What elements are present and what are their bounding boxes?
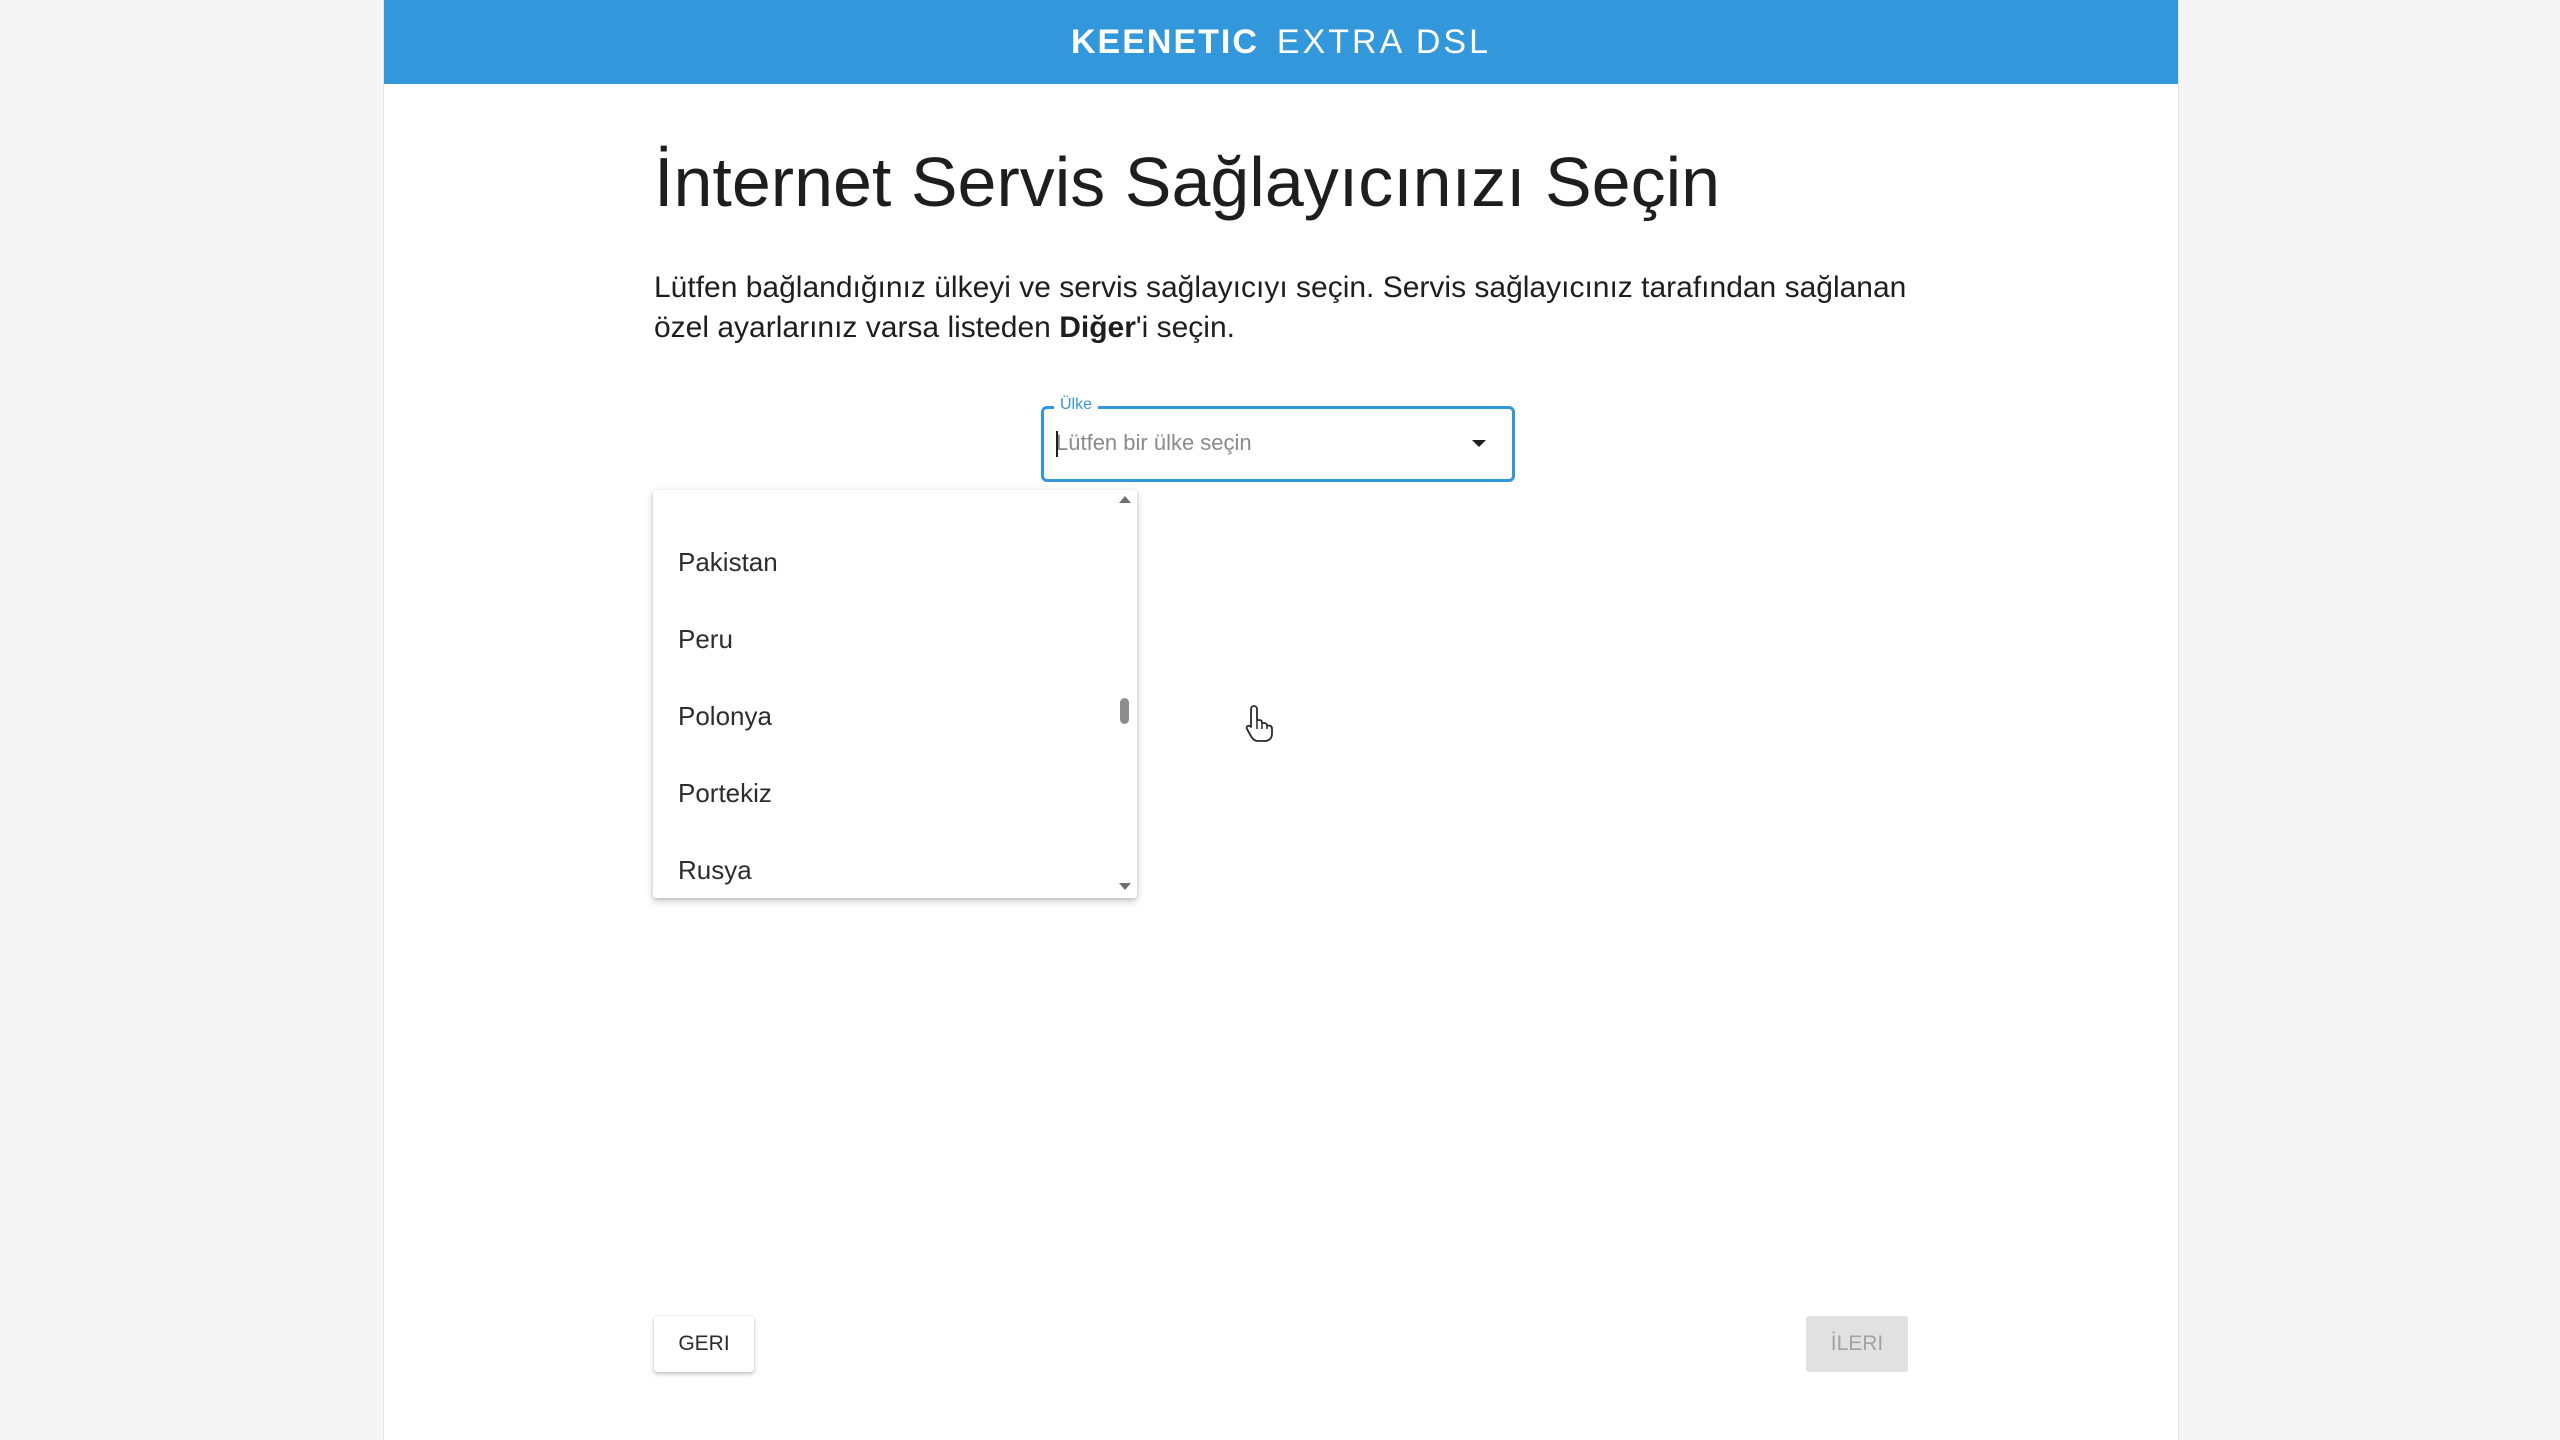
- next-button[interactable]: İLERI: [1806, 1316, 1908, 1372]
- scroll-down-arrow-icon[interactable]: [1119, 883, 1131, 890]
- model-name: EXTRA DSL: [1276, 23, 1491, 61]
- page-title: İnternet Servis Sağlayıcınızı Seçin: [654, 143, 1721, 221]
- scroll-up-arrow-icon[interactable]: [1119, 496, 1131, 503]
- country-option-rusya[interactable]: Rusya: [653, 832, 1111, 898]
- text-cursor: [1056, 431, 1058, 457]
- country-search-input[interactable]: [1056, 425, 1446, 461]
- country-label: Ülke: [1054, 395, 1099, 415]
- country-option-polonya[interactable]: Polonya: [653, 678, 1111, 755]
- description-text-end: 'i seçin.: [1135, 311, 1235, 344]
- top-bar: KEENETIC EXTRA DSL: [384, 0, 2178, 84]
- scrollbar-thumb[interactable]: [1120, 697, 1129, 724]
- description-text-start: Lütfen bağlandığınız ülkeyi ve servis sa…: [654, 271, 1907, 344]
- country-option-peru[interactable]: Peru: [653, 601, 1111, 678]
- country-option-portekiz[interactable]: Portekiz: [653, 755, 1111, 832]
- country-option-pakistan[interactable]: Pakistan: [653, 524, 1111, 601]
- chevron-down-icon[interactable]: [1472, 440, 1486, 447]
- country-options-list: Pakistan Peru Polonya Portekiz Rusya: [653, 490, 1111, 898]
- brand-name: KEENETIC: [1071, 23, 1259, 61]
- brand-logo: KEENETIC EXTRA DSL: [1071, 25, 1491, 59]
- page-description: Lütfen bağlandığınız ülkeyi ve servis sa…: [654, 268, 1908, 348]
- country-select[interactable]: Ülke: [1041, 395, 1515, 482]
- country-dropdown-menu[interactable]: Pakistan Peru Polonya Portekiz Rusya: [653, 490, 1137, 898]
- back-button[interactable]: GERI: [654, 1316, 754, 1372]
- dropdown-scrollbar[interactable]: [1111, 490, 1137, 898]
- description-other-keyword: Diğer: [1059, 311, 1136, 344]
